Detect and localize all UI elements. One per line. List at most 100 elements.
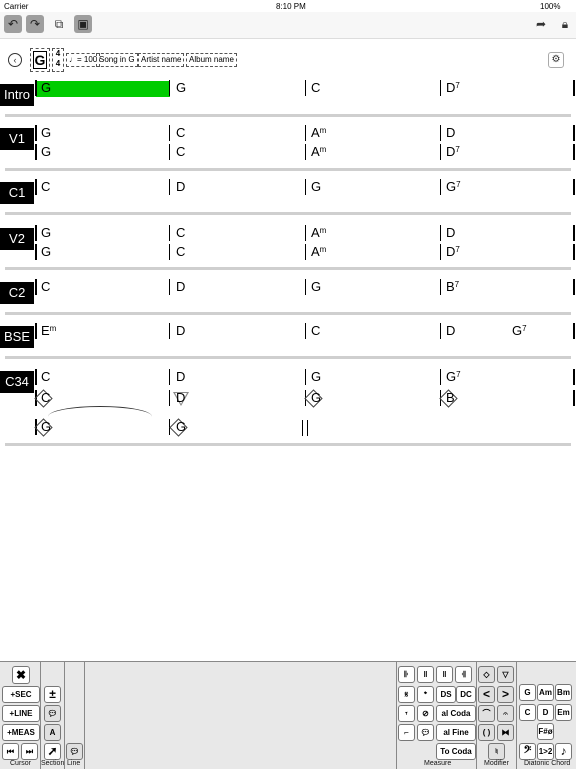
add-measure-button[interactable]: +MEAS	[2, 724, 40, 741]
chord-cell[interactable]: C	[176, 145, 185, 159]
section-label[interactable]: BSE	[0, 326, 34, 348]
share-icon[interactable]: ➦	[532, 15, 550, 33]
chord-cell[interactable]: D7	[446, 81, 460, 95]
chord-cell[interactable]: G	[176, 81, 186, 95]
double-barline-icon[interactable]: ‖	[436, 666, 453, 683]
undo-icon[interactable]: ↶	[4, 15, 22, 33]
cursor-first-icon[interactable]: ⏮	[2, 743, 19, 760]
diatonic-chord-button[interactable]: G	[519, 684, 536, 701]
al-coda-button[interactable]: al Coda	[436, 705, 476, 722]
chord-cell[interactable]: C	[41, 280, 50, 294]
ending-icon[interactable]: ⌐	[398, 724, 415, 741]
chord-cell[interactable]: D	[446, 226, 455, 240]
chord-cell[interactable]: G7	[512, 324, 527, 338]
chord-cell[interactable]: D	[176, 391, 185, 405]
chord-cell[interactable]: D	[176, 180, 185, 194]
bowtie-icon[interactable]: ⧓	[497, 724, 514, 741]
chord-cell[interactable]: G	[311, 280, 321, 294]
crescendo-icon[interactable]: <	[478, 686, 495, 703]
arrow-icon[interactable]: ➚	[44, 743, 61, 760]
artist-field[interactable]: Artist name	[138, 53, 185, 67]
repeat-end-icon[interactable]: 𝄇	[455, 666, 472, 683]
diatonic-chord-button[interactable]: Em	[555, 704, 572, 721]
dc-button[interactable]: DC	[456, 686, 476, 703]
chord-cell[interactable]: G7	[446, 180, 461, 194]
diamond-icon[interactable]: ◇	[478, 666, 495, 683]
fermata-icon[interactable]: 𝄐	[497, 705, 514, 722]
song-title-field[interactable]: Song in G	[96, 53, 138, 67]
album-field[interactable]: Album name	[186, 53, 237, 67]
chord-cell[interactable]: G	[41, 126, 51, 140]
chord-cell[interactable]: Am	[311, 126, 326, 140]
chord-cell[interactable]: G	[311, 180, 321, 194]
decrescendo-icon[interactable]: >	[497, 686, 514, 703]
to-coda-button[interactable]: To Coda	[436, 743, 476, 760]
copy-icon[interactable]: ⧉	[50, 15, 68, 33]
section-label[interactable]: V1	[0, 128, 34, 150]
time-signature[interactable]: 4 4	[52, 48, 64, 72]
rest-icon[interactable]: 𝄾	[398, 705, 415, 722]
chord-cell[interactable]: D7	[446, 145, 460, 159]
chord-cell[interactable]: C	[311, 81, 320, 95]
chord-cell[interactable]: D7	[446, 245, 460, 259]
chord-cell[interactable]: D	[446, 126, 455, 140]
chord-cell[interactable]: G	[41, 226, 51, 240]
triangle-icon[interactable]: ▽	[497, 666, 514, 683]
line-comment-icon[interactable]: 💬︎	[66, 743, 83, 760]
no-chord-icon[interactable]: ⊘	[417, 705, 434, 722]
repeat-start-icon[interactable]: 𝄆	[398, 666, 415, 683]
chord-cell[interactable]: C	[41, 391, 50, 405]
chord-cell[interactable]: C	[41, 370, 50, 384]
modifier-icon[interactable]: ♮	[488, 743, 505, 760]
chord-cell[interactable]: Am	[311, 245, 326, 259]
diatonic-chord-button[interactable]: F#ø	[537, 723, 554, 740]
segno-icon[interactable]: 𝄋	[398, 686, 415, 703]
section-label[interactable]: C1	[0, 182, 34, 204]
chord-cell[interactable]: G	[176, 420, 186, 434]
chord-cell[interactable]: C	[41, 180, 50, 194]
ds-button[interactable]: DS	[436, 686, 456, 703]
add-remove-icon[interactable]: ±	[44, 686, 61, 703]
eighth-note-icon[interactable]: ♪	[555, 743, 572, 760]
chord-cell[interactable]: C	[176, 245, 185, 259]
section-label[interactable]: V2	[0, 228, 34, 250]
measure-comment-icon[interactable]: 💬︎	[417, 724, 434, 741]
lock-icon[interactable]: 🔒︎	[556, 15, 574, 33]
parentheses-icon[interactable]: ( )	[478, 724, 495, 741]
chord-cell[interactable]: G	[311, 370, 321, 384]
cursor-last-icon[interactable]: ⏭	[21, 743, 38, 760]
chord-cell[interactable]: B	[446, 391, 455, 405]
chord-cell[interactable]: G	[311, 391, 321, 405]
chord-cell[interactable]: D	[176, 324, 185, 338]
paste-icon[interactable]: ▣	[74, 15, 92, 33]
chord-cell[interactable]: C	[176, 126, 185, 140]
diatonic-chord-button[interactable]: C	[519, 704, 536, 721]
redo-icon[interactable]: ↷	[26, 15, 44, 33]
chord-cell[interactable]: G	[41, 81, 51, 95]
chord-cell[interactable]: C	[176, 226, 185, 240]
delete-button[interactable]: ✖	[12, 666, 30, 684]
section-label[interactable]: C34	[0, 371, 34, 393]
chord-cell[interactable]: D	[176, 280, 185, 294]
section-label[interactable]: C2	[0, 282, 34, 304]
chord-cell[interactable]: D	[446, 324, 455, 338]
section-comment-icon[interactable]: 💬︎	[44, 705, 61, 722]
diatonic-chord-button[interactable]: D	[537, 704, 554, 721]
chord-cell[interactable]: D	[176, 370, 185, 384]
add-line-button[interactable]: +LINE	[2, 705, 40, 722]
chord-cell[interactable]: Em	[41, 324, 56, 338]
diatonic-chord-button[interactable]: Am	[537, 684, 554, 701]
chord-cell[interactable]: C	[311, 324, 320, 338]
chord-cell[interactable]: Am	[311, 226, 326, 240]
key-selector[interactable]: G	[30, 48, 50, 72]
add-section-button[interactable]: +SEC	[2, 686, 40, 703]
barline-icon[interactable]: ‖	[417, 666, 434, 683]
chord-cell[interactable]: Am	[311, 145, 326, 159]
chord-cell[interactable]: B7	[446, 280, 459, 294]
section-label[interactable]: Intro	[0, 84, 34, 106]
bass-clef-icon[interactable]: 𝄢	[519, 743, 536, 760]
coda-icon[interactable]: 𝄌	[417, 686, 434, 703]
chord-toggle-button[interactable]: 1>2	[537, 743, 554, 760]
tie-icon[interactable]: ⌒	[478, 705, 495, 722]
chord-cell[interactable]: G	[41, 145, 51, 159]
